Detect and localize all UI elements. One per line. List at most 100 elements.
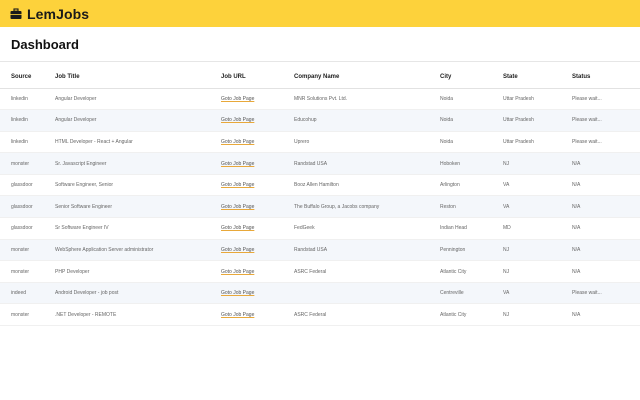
cell-city: Reston bbox=[440, 195, 503, 219]
cell-source: glassdoor bbox=[0, 174, 55, 197]
cell-job-title: Software Engineer, Senior bbox=[55, 174, 221, 197]
cell-source: glassdoor bbox=[0, 195, 55, 219]
cell-company-name: Uprero bbox=[294, 131, 440, 154]
cell-source: indeed bbox=[0, 282, 55, 305]
goto-job-page-link[interactable]: Goto Job Page bbox=[221, 139, 254, 145]
cell-source: linkedin bbox=[0, 131, 55, 154]
cell-job-url: Goto Job Page bbox=[221, 195, 294, 219]
cell-state: VA bbox=[503, 282, 572, 305]
cell-state: VA bbox=[503, 195, 572, 219]
cell-job-title: .NET Developer - REMOTE bbox=[55, 303, 221, 327]
table-row: indeed Android Developer - job post Goto… bbox=[0, 282, 640, 305]
cell-state: NJ bbox=[503, 303, 572, 327]
cell-state: VA bbox=[503, 174, 572, 197]
goto-job-page-link[interactable]: Goto Job Page bbox=[221, 182, 254, 188]
cell-state: NJ bbox=[503, 239, 572, 262]
cell-company-name: ASRC Federal bbox=[294, 260, 440, 283]
cell-job-url: Goto Job Page bbox=[221, 152, 294, 175]
jobs-table: Source Job Title Job URL Company Name Ci… bbox=[0, 66, 640, 327]
cell-job-title: PHP Developer bbox=[55, 260, 221, 283]
cell-status: Please wait... bbox=[572, 131, 640, 154]
column-header-state: State bbox=[503, 66, 572, 89]
goto-job-page-link[interactable]: Goto Job Page bbox=[221, 269, 254, 275]
goto-job-page-link[interactable]: Goto Job Page bbox=[221, 161, 254, 167]
cell-job-url: Goto Job Page bbox=[221, 131, 294, 154]
cell-state: MD bbox=[503, 217, 572, 240]
cell-city: Noida bbox=[440, 88, 503, 111]
goto-job-page-link[interactable]: Goto Job Page bbox=[221, 117, 254, 123]
cell-status: N/A bbox=[572, 174, 640, 197]
cell-source: monster bbox=[0, 303, 55, 327]
table-row: glassdoor Sr Software Engineer IV Goto J… bbox=[0, 217, 640, 240]
cell-company-name: Randstad USA bbox=[294, 152, 440, 175]
cell-status: N/A bbox=[572, 260, 640, 283]
cell-company-name: FedGeek bbox=[294, 217, 440, 240]
cell-status: Please wait... bbox=[572, 109, 640, 132]
cell-city: Noida bbox=[440, 109, 503, 132]
cell-job-title: Senior Software Engineer bbox=[55, 195, 221, 219]
table-row: glassdoor Senior Software Engineer Goto … bbox=[0, 195, 640, 219]
cell-status: N/A bbox=[572, 239, 640, 262]
table-row: monster PHP Developer Goto Job Page ASRC… bbox=[0, 260, 640, 283]
cell-state: Uttar Pradesh bbox=[503, 88, 572, 111]
cell-city: Atlantic City bbox=[440, 260, 503, 283]
cell-company-name: Educohup bbox=[294, 109, 440, 132]
cell-company-name bbox=[294, 282, 440, 305]
cell-source: monster bbox=[0, 239, 55, 262]
cell-source: linkedin bbox=[0, 109, 55, 132]
briefcase-icon bbox=[10, 7, 22, 20]
cell-company-name: Booz Allen Hamilton bbox=[294, 174, 440, 197]
column-header-status: Status bbox=[572, 66, 640, 89]
goto-job-page-link[interactable]: Goto Job Page bbox=[221, 96, 254, 102]
cell-source: glassdoor bbox=[0, 217, 55, 240]
column-header-source: Source bbox=[0, 66, 55, 89]
cell-state: Uttar Pradesh bbox=[503, 131, 572, 154]
cell-city: Centreville bbox=[440, 282, 503, 305]
page-header: Dashboard bbox=[0, 27, 640, 62]
cell-job-title: Sr. Javascript Engineer bbox=[55, 152, 221, 175]
table-row: monster Sr. Javascript Engineer Goto Job… bbox=[0, 152, 640, 175]
goto-job-page-link[interactable]: Goto Job Page bbox=[221, 247, 254, 253]
cell-job-url: Goto Job Page bbox=[221, 109, 294, 132]
cell-job-title: Angular Developer bbox=[55, 109, 221, 132]
column-header-job-title: Job Title bbox=[55, 66, 221, 89]
cell-status: N/A bbox=[572, 303, 640, 327]
cell-city: Atlantic City bbox=[440, 303, 503, 327]
goto-job-page-link[interactable]: Goto Job Page bbox=[221, 204, 254, 210]
column-header-company-name: Company Name bbox=[294, 66, 440, 89]
cell-state: NJ bbox=[503, 152, 572, 175]
table-row: monster .NET Developer - REMOTE Goto Job… bbox=[0, 303, 640, 327]
cell-status: Please wait... bbox=[572, 282, 640, 305]
table-row: monster WebSphere Application Server adm… bbox=[0, 239, 640, 262]
cell-company-name: ASRC Federal bbox=[294, 303, 440, 327]
goto-job-page-link[interactable]: Goto Job Page bbox=[221, 312, 254, 318]
cell-source: linkedin bbox=[0, 88, 55, 111]
cell-status: N/A bbox=[572, 152, 640, 175]
cell-city: Indian Head bbox=[440, 217, 503, 240]
table-row: glassdoor Software Engineer, Senior Goto… bbox=[0, 174, 640, 197]
cell-job-url: Goto Job Page bbox=[221, 282, 294, 305]
cell-company-name: Randstad USA bbox=[294, 239, 440, 262]
cell-status: N/A bbox=[572, 217, 640, 240]
cell-source: monster bbox=[0, 260, 55, 283]
goto-job-page-link[interactable]: Goto Job Page bbox=[221, 290, 254, 296]
cell-job-title: Angular Developer bbox=[55, 88, 221, 111]
table-header-row: Source Job Title Job URL Company Name Ci… bbox=[0, 66, 640, 89]
goto-job-page-link[interactable]: Goto Job Page bbox=[221, 225, 254, 231]
cell-job-title: WebSphere Application Server administrat… bbox=[55, 239, 221, 262]
cell-job-url: Goto Job Page bbox=[221, 239, 294, 262]
cell-job-title: Sr Software Engineer IV bbox=[55, 217, 221, 240]
app-header: LemJobs bbox=[0, 0, 640, 27]
cell-company-name: The Buffalo Group, a Jacobs company bbox=[294, 195, 440, 219]
column-header-job-url: Job URL bbox=[221, 66, 294, 89]
cell-state: Uttar Pradesh bbox=[503, 109, 572, 132]
cell-state: NJ bbox=[503, 260, 572, 283]
column-header-city: City bbox=[440, 66, 503, 89]
cell-job-url: Goto Job Page bbox=[221, 217, 294, 240]
cell-status: N/A bbox=[572, 195, 640, 219]
table-row: linkedin Angular Developer Goto Job Page… bbox=[0, 109, 640, 132]
page-title: Dashboard bbox=[11, 36, 79, 52]
cell-job-url: Goto Job Page bbox=[221, 174, 294, 197]
cell-city: Arlington bbox=[440, 174, 503, 197]
app-name[interactable]: LemJobs bbox=[27, 6, 89, 22]
